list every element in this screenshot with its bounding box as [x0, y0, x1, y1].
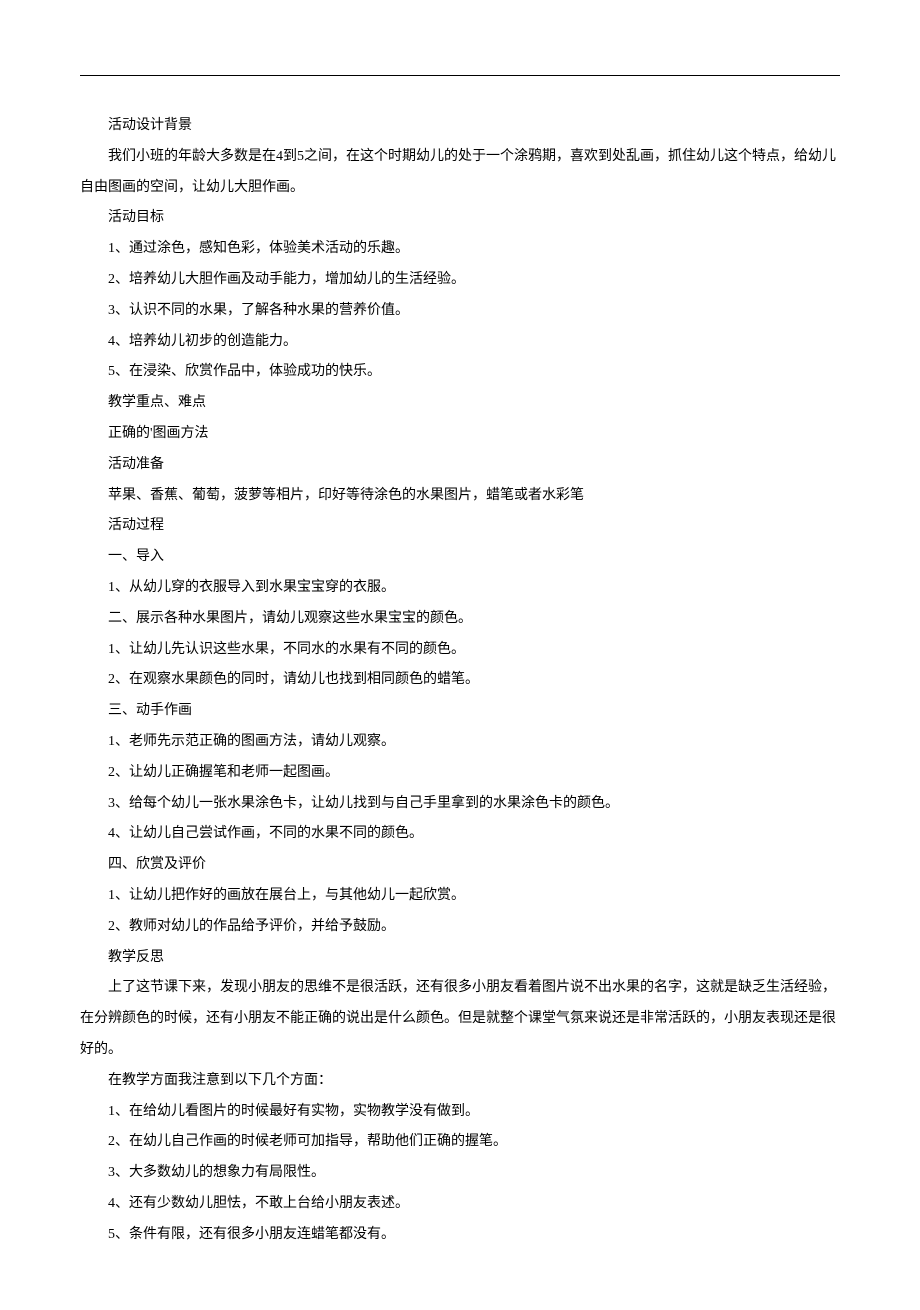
- process-item: 1、让幼儿把作好的画放在展台上，与其他幼儿一起欣赏。: [80, 881, 840, 912]
- goal-item: 1、通过涂色，感知色彩，体验美术活动的乐趣。: [80, 234, 840, 265]
- reflection-item: 3、大多数幼儿的想象力有局限性。: [80, 1158, 840, 1189]
- goal-item: 3、认识不同的水果，了解各种水果的营养价值。: [80, 296, 840, 327]
- goal-item: 2、培养幼儿大胆作画及动手能力，增加幼儿的生活经验。: [80, 265, 840, 296]
- section-heading-goals: 活动目标: [80, 203, 840, 234]
- process-part-title: 四、欣赏及评价: [80, 850, 840, 881]
- reflection-item: 5、条件有限，还有很多小朋友连蜡笔都没有。: [80, 1220, 840, 1251]
- process-item: 2、教师对幼儿的作品给予评价，并给予鼓励。: [80, 912, 840, 943]
- goal-item: 5、在浸染、欣赏作品中，体验成功的快乐。: [80, 357, 840, 388]
- document-body: 活动设计背景 我们小班的年龄大多数是在4到5之间，在这个时期幼儿的处于一个涂鸦期…: [80, 111, 840, 1250]
- reflection-item: 4、还有少数幼儿胆怯，不敢上台给小朋友表述。: [80, 1189, 840, 1220]
- horizontal-divider: [80, 75, 840, 76]
- process-item: 2、让幼儿正确握笔和老师一起图画。: [80, 758, 840, 789]
- background-text: 我们小班的年龄大多数是在4到5之间，在这个时期幼儿的处于一个涂鸦期，喜欢到处乱画…: [80, 142, 840, 204]
- process-item: 4、让幼儿自己尝试作画，不同的水果不同的颜色。: [80, 819, 840, 850]
- reflection-intro: 在教学方面我注意到以下几个方面：: [80, 1066, 840, 1097]
- process-item: 1、从幼儿穿的衣服导入到水果宝宝穿的衣服。: [80, 573, 840, 604]
- reflection-text: 上了这节课下来，发现小朋友的思维不是很活跃，还有很多小朋友看着图片说不出水果的名…: [80, 973, 840, 1065]
- section-heading-process: 活动过程: [80, 511, 840, 542]
- section-heading-emphasis: 教学重点、难点: [80, 388, 840, 419]
- process-item: 1、老师先示范正确的图画方法，请幼儿观察。: [80, 727, 840, 758]
- section-heading-preparation: 活动准备: [80, 450, 840, 481]
- section-heading-background: 活动设计背景: [80, 111, 840, 142]
- process-item: 1、让幼儿先认识这些水果，不同水的水果有不同的颜色。: [80, 635, 840, 666]
- process-item: 2、在观察水果颜色的同时，请幼儿也找到相同颜色的蜡笔。: [80, 665, 840, 696]
- section-heading-reflection: 教学反思: [80, 943, 840, 974]
- process-part-title: 二、展示各种水果图片，请幼儿观察这些水果宝宝的颜色。: [80, 604, 840, 635]
- preparation-text: 苹果、香蕉、葡萄，菠萝等相片，印好等待涂色的水果图片，蜡笔或者水彩笔: [80, 481, 840, 512]
- process-part-title: 三、动手作画: [80, 696, 840, 727]
- goal-item: 4、培养幼儿初步的创造能力。: [80, 327, 840, 358]
- reflection-item: 1、在给幼儿看图片的时候最好有实物，实物教学没有做到。: [80, 1097, 840, 1128]
- reflection-item: 2、在幼儿自己作画的时候老师可加指导，帮助他们正确的握笔。: [80, 1127, 840, 1158]
- process-item: 3、给每个幼儿一张水果涂色卡，让幼儿找到与自己手里拿到的水果涂色卡的颜色。: [80, 789, 840, 820]
- process-part-title: 一、导入: [80, 542, 840, 573]
- emphasis-text: 正确的'图画方法: [80, 419, 840, 450]
